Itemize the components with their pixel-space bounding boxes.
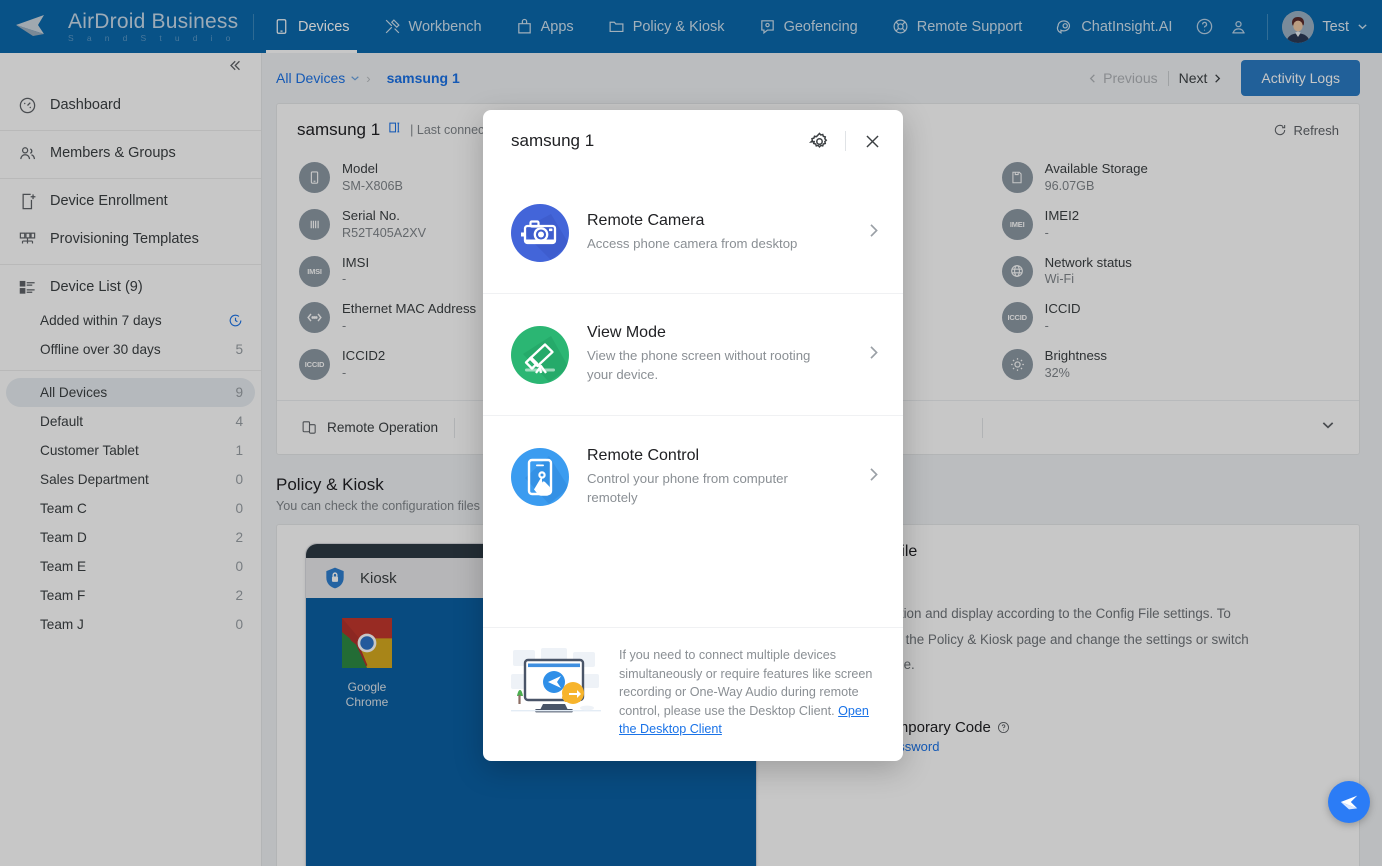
mode-name: Remote Control: [587, 446, 700, 464]
close-icon: [865, 134, 879, 148]
desktop-client-illustration: [507, 646, 605, 739]
mode-text: View Mode View the phone screen without …: [587, 324, 848, 384]
dialog-settings-button[interactable]: [804, 126, 834, 156]
camera-glyph-icon: [521, 213, 569, 260]
dialog-title: samsung 1: [511, 131, 595, 150]
desktop-client-text: If you need to connect multiple devices …: [619, 647, 873, 718]
telescope-icon: [511, 325, 569, 384]
mode-remote-control[interactable]: Remote Control Control your phone from c…: [483, 416, 903, 538]
desktop-client-note: If you need to connect multiple devices …: [619, 646, 879, 739]
mode-name: Remote Camera: [587, 211, 705, 229]
mode-text: Remote Control Control your phone from c…: [587, 447, 848, 507]
chevron-right-icon: [866, 467, 881, 487]
dialog-close-button[interactable]: [857, 126, 887, 156]
remote-control-glyph-icon: [525, 456, 569, 504]
camera-icon: [511, 203, 569, 262]
mode-description: Control your phone from computer remotel…: [587, 470, 788, 505]
gear-icon: [808, 131, 827, 148]
send-icon: [1340, 795, 1358, 810]
dialog-body: Remote Camera Access phone camera from d…: [483, 172, 903, 627]
feedback-fab-button[interactable]: [1328, 781, 1370, 823]
mode-remote-camera[interactable]: Remote Camera Access phone camera from d…: [483, 172, 903, 294]
mode-text: Remote Camera Access phone camera from d…: [587, 212, 848, 254]
mode-description: Access phone camera from desktop: [587, 235, 798, 251]
remote-modes-dialog: samsung 1 Remote Camera Access phone cam…: [483, 110, 903, 761]
chevron-right-icon: [866, 345, 881, 365]
desktop-client-illustration-icon: [511, 647, 601, 713]
mode-name: View Mode: [587, 324, 666, 342]
dialog-footer: If you need to connect multiple devices …: [483, 626, 903, 761]
dialog-header-actions: [804, 126, 887, 156]
mode-description: View the phone screen without rooting yo…: [587, 348, 811, 382]
dialog-header-divider: [845, 131, 846, 151]
mode-view-mode[interactable]: View Mode View the phone screen without …: [483, 294, 903, 416]
remote-control-icon: [511, 448, 569, 506]
chevron-right-icon: [866, 223, 881, 243]
dialog-header: samsung 1: [483, 110, 903, 172]
telescope-glyph-icon: [523, 335, 569, 382]
